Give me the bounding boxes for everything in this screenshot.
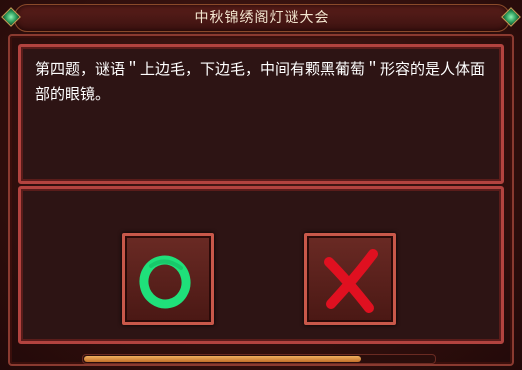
answer-true-button[interactable] (122, 233, 214, 325)
circle-o-icon (139, 255, 191, 309)
timer-progress-fill (84, 356, 361, 362)
cross-x-icon (324, 249, 378, 313)
timer-progress-bar (82, 354, 436, 364)
dialog-title: 中秋锦绣阁灯谜大会 (194, 10, 330, 26)
title-bar: 中秋锦绣阁灯谜大会 (14, 4, 510, 32)
riddle-dialog: 中秋锦绣阁灯谜大会 第四题，谜语＂上边毛，下边毛，中间有颗黑葡萄＂形容的是人体面… (0, 0, 522, 370)
question-text: 第四题，谜语＂上边毛，下边毛，中间有颗黑葡萄＂形容的是人体面部的眼镜。 (35, 60, 486, 103)
answer-panel (18, 186, 504, 344)
question-panel: 第四题，谜语＂上边毛，下边毛，中间有颗黑葡萄＂形容的是人体面部的眼镜。 (18, 44, 504, 184)
answer-false-button[interactable] (304, 233, 396, 325)
